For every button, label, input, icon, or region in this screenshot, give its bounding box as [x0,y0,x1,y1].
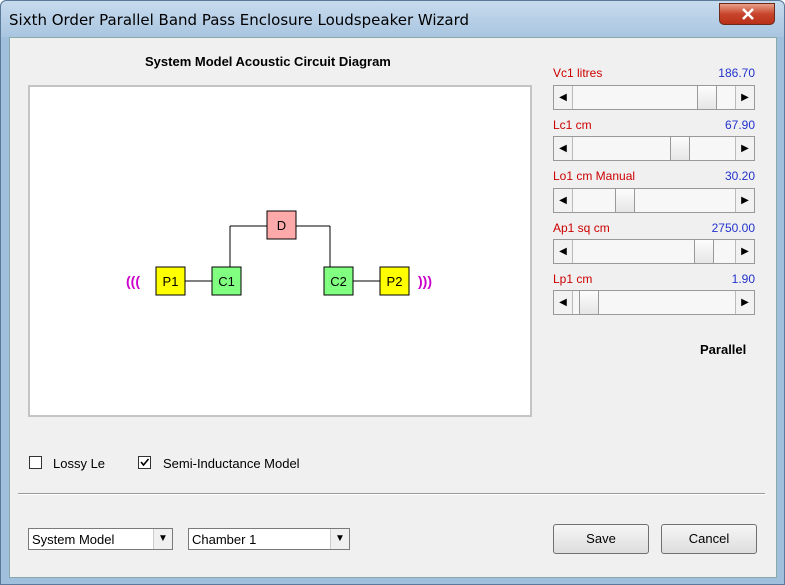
chamber-node-c2-label: C2 [330,274,347,289]
scroll-right-arrow-icon[interactable]: ▶ [735,240,754,263]
scroll-right-arrow-icon[interactable]: ▶ [735,86,754,109]
driver-node-label: D [277,218,286,233]
scroll-left-arrow-icon[interactable]: ◀ [554,86,573,109]
model-select[interactable]: System Model ▼ [28,528,173,550]
param-value-vc1: 186.70 [718,66,755,80]
scroll-thumb-ap1[interactable] [694,240,714,263]
separator [18,493,765,495]
save-button[interactable]: Save [553,524,649,554]
chevron-down-icon[interactable]: ▼ [153,529,172,549]
port-node-p1-label: P1 [163,274,179,289]
lossy-le-checkbox[interactable] [29,456,42,469]
param-label-vc1: Vc1 litres [553,66,603,80]
scroll-right-arrow-icon[interactable]: ▶ [735,291,754,314]
semi-inductance-label[interactable]: Semi-Inductance Model [163,456,300,471]
scrollbar-lc1[interactable]: ◀ ▶ [553,136,755,161]
scroll-thumb-vc1[interactable] [697,86,717,109]
title-bar: Sixth Order Parallel Band Pass Enclosure… [1,1,784,37]
scroll-left-arrow-icon[interactable]: ◀ [554,291,573,314]
param-label-ap1: Ap1 sq cm [553,221,610,235]
scroll-left-arrow-icon[interactable]: ◀ [554,240,573,263]
scroll-right-arrow-icon[interactable]: ▶ [735,137,754,160]
lossy-le-label[interactable]: Lossy Le [53,456,105,471]
scroll-left-arrow-icon[interactable]: ◀ [554,137,573,160]
param-value-lp1: 1.90 [731,272,755,286]
port-node-p2-label: P2 [387,274,403,289]
scroll-thumb-lo1[interactable] [615,189,635,212]
param-value-lo1: 30.20 [724,169,755,183]
checkmark-icon [140,458,150,467]
param-value-lc1: 67.90 [724,118,755,132]
circuit-diagram-panel: D P1 C1 C2 P2 ((( ))) [28,85,532,417]
scrollbar-ap1[interactable]: ◀ ▶ [553,239,755,264]
close-icon [742,8,754,20]
chevron-down-icon[interactable]: ▼ [330,529,349,549]
diagram-title: System Model Acoustic Circuit Diagram [145,54,391,69]
scroll-left-arrow-icon[interactable]: ◀ [554,189,573,212]
scroll-thumb-lp1[interactable] [579,291,599,314]
param-value-ap1: 2750.00 [711,221,755,235]
param-label-lc1: Lc1 cm [553,118,592,132]
param-label-lp1: Lp1 cm [553,272,593,286]
window-title: Sixth Order Parallel Band Pass Enclosure… [9,11,470,29]
model-select-value: System Model [32,532,115,547]
cancel-button[interactable]: Cancel [661,524,757,554]
scrollbar-lp1[interactable]: ◀ ▶ [553,290,755,315]
semi-inductance-checkbox[interactable] [138,456,151,469]
scrollbar-lo1[interactable]: ◀ ▶ [553,188,755,213]
circuit-diagram: D P1 C1 C2 P2 ((( ))) [126,210,432,296]
configuration-label: Parallel [700,342,747,357]
right-sound-wave: ))) [418,273,432,289]
scroll-thumb-lc1[interactable] [670,137,690,160]
chamber-select[interactable]: Chamber 1 ▼ [188,528,350,550]
chamber-node-c1-label: C1 [218,274,235,289]
left-sound-wave: ((( [126,273,140,289]
chamber-select-value: Chamber 1 [192,532,257,547]
param-label-lo1: Lo1 cm Manual [553,169,636,183]
scrollbar-vc1[interactable]: ◀ ▶ [553,85,755,110]
close-button[interactable] [719,3,775,25]
scroll-right-arrow-icon[interactable]: ▶ [735,189,754,212]
